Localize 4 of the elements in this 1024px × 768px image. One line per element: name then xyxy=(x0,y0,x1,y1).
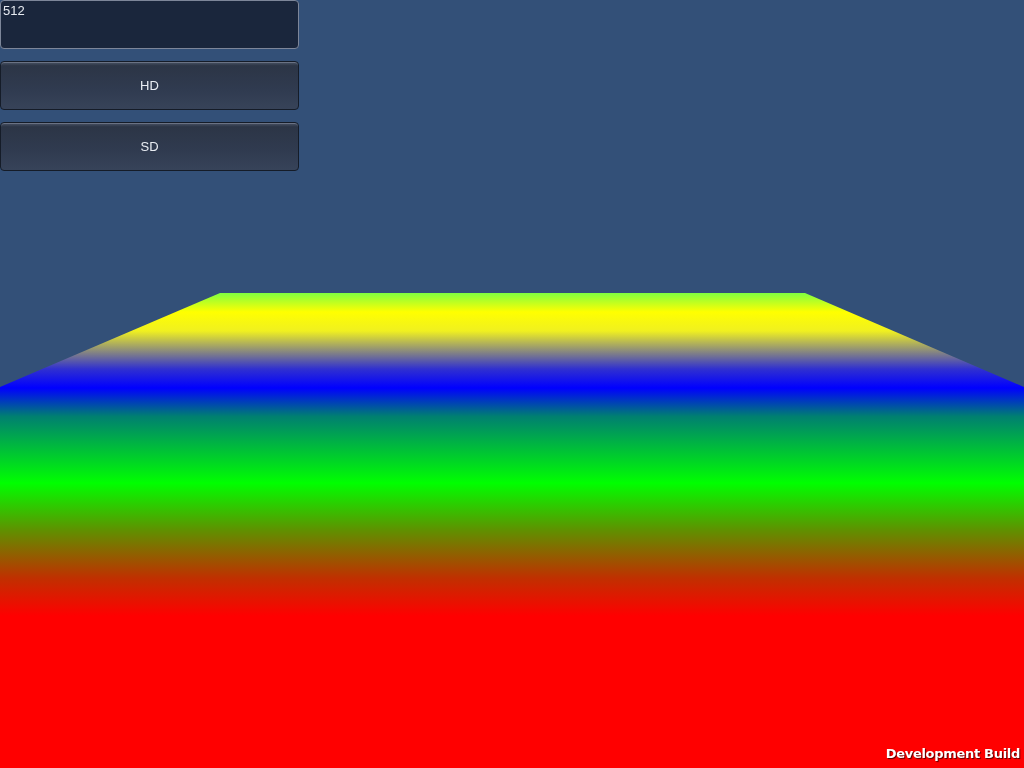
resolution-button[interactable]: HD xyxy=(0,61,299,110)
resolution-button[interactable]: SD xyxy=(0,122,299,171)
development-build-label: Development Build xyxy=(885,746,1020,761)
text-area[interactable]: 512 xyxy=(0,0,299,49)
